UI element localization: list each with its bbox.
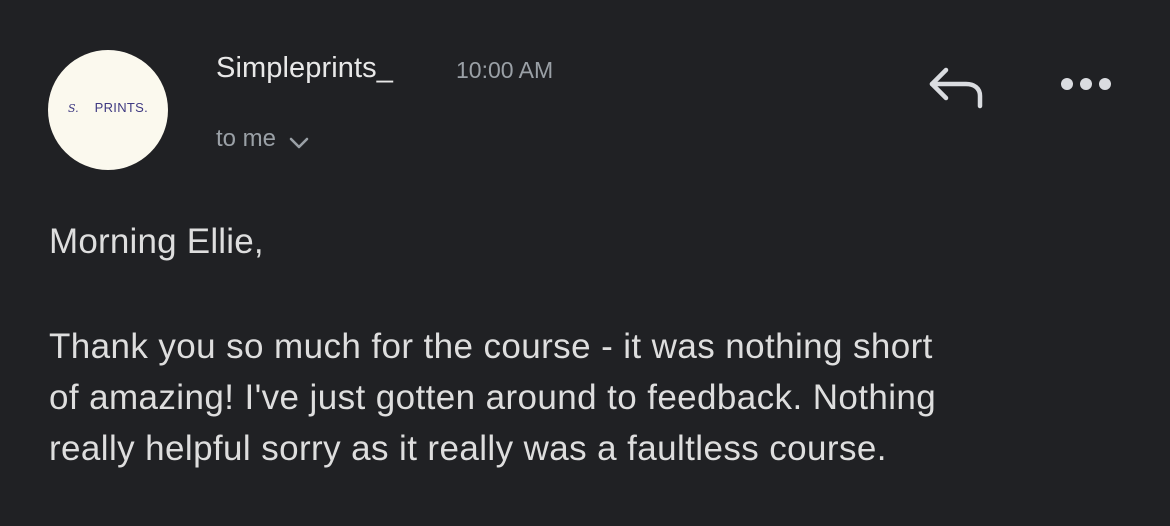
recipient-label: to me [216, 125, 277, 152]
sender-name[interactable]: Simpleprints_ [216, 52, 393, 85]
message-body-line: really helpful sorry as it really was a … [49, 429, 887, 468]
message-body: Thank you so much for the course - it wa… [49, 321, 1139, 474]
message-body-line: of amazing! I've just gotten around to f… [49, 378, 937, 417]
chevron-down-icon [289, 137, 309, 149]
message-body-line: Thank you so much for the course - it wa… [49, 327, 933, 366]
logo-text: PRINTS. [94, 99, 149, 115]
reply-icon[interactable] [922, 62, 986, 112]
sender-avatar[interactable]: S. PRINTS. [48, 50, 168, 170]
message-time: 10:00 AM [456, 57, 554, 83]
more-options-icon[interactable] [1058, 70, 1114, 98]
sender-logo: S. PRINTS. [68, 100, 148, 115]
logo-initial: S. [67, 101, 79, 115]
message-greeting: Morning Ellie, [49, 222, 264, 261]
recipient-details-toggle[interactable]: to me [216, 122, 312, 156]
